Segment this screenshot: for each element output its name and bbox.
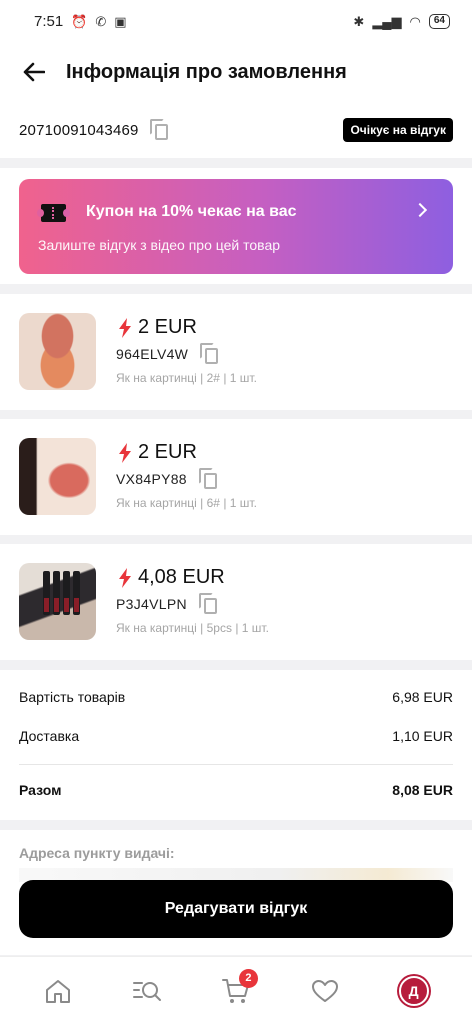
order-summary: Вартість товарів 6,98 EUR Доставка 1,10 … (0, 670, 472, 820)
sku-row: VX84PY88 (116, 468, 219, 490)
status-time: 7:51 (34, 12, 64, 30)
sku-row: 964ELV4W (116, 343, 220, 365)
items-cost-value: 6,98 EUR (392, 689, 453, 705)
copy-icon[interactable] (200, 343, 220, 365)
coupon-subtitle: Залиште відгук з відео про цей товар (38, 237, 281, 253)
lightning-icon (119, 567, 131, 588)
product-image (19, 563, 96, 640)
bluetooth-icon: ✱ (353, 13, 365, 29)
ticket-icon (37, 204, 70, 222)
wifi-icon: ◠ (409, 13, 421, 29)
shipping-row: Доставка 1,10 EUR (19, 728, 453, 744)
catalog-search-icon (133, 981, 162, 1001)
product-sku: 964ELV4W (116, 346, 189, 362)
nav-catalog[interactable] (123, 967, 171, 1015)
price-row: 2 EUR (118, 441, 197, 464)
nav-profile[interactable]: Д (390, 967, 438, 1015)
product-price: 2 EUR (138, 441, 197, 463)
nav-favorites[interactable] (301, 967, 349, 1015)
price-row: 4,08 EUR (118, 566, 225, 589)
order-number: 20710091043469 (19, 121, 139, 139)
lightning-icon (119, 317, 131, 338)
chevron-right-icon (412, 202, 428, 218)
product-item[interactable]: 2 EUR 964ELV4W Як на картинці | 2# | 1 ш… (0, 294, 472, 410)
header: Інформація про замовлення (0, 42, 472, 102)
coupon-title: Купон на 10% чекає на вас (86, 203, 297, 220)
shipping-value: 1,10 EUR (392, 728, 453, 744)
status-bar: 7:51 ⏰ ✆ ▣ ✱ ▂▄▆ ◠ 64 (0, 0, 472, 42)
total-label: Разом (19, 782, 62, 798)
battery-icon: 64 (428, 13, 450, 29)
lightning-icon (119, 442, 131, 463)
product-price: 4,08 EUR (138, 566, 225, 588)
product-sku: P3J4VLPN (116, 596, 187, 612)
phone-icon: ✆ (95, 13, 107, 29)
alarm-icon: ⏰ (71, 13, 88, 29)
order-row: 20710091043469 Очікує на відгук (0, 102, 472, 158)
items-cost-row: Вартість товарів 6,98 EUR (19, 689, 453, 705)
bottom-nav: 2 Д (0, 956, 472, 1024)
divider (19, 764, 453, 765)
avatar: Д (398, 975, 429, 1006)
shipping-label: Доставка (19, 728, 80, 744)
total-value: 8,08 EUR (392, 782, 453, 798)
edit-review-button[interactable]: Редагувати відгук (19, 880, 453, 938)
coupon-banner[interactable]: Купон на 10% чекає на вас Залиште відгук… (19, 179, 453, 274)
items-cost-label: Вартість товарів (19, 689, 126, 705)
product-image (19, 313, 96, 390)
nav-cart[interactable]: 2 (212, 967, 260, 1015)
cart-count-badge: 2 (238, 968, 258, 988)
product-item[interactable]: 4,08 EUR P3J4VLPN Як на картинці | 5pcs … (0, 544, 472, 660)
price-row: 2 EUR (118, 316, 197, 339)
copy-icon[interactable] (198, 468, 219, 490)
status-badge: Очікує на відгук (343, 118, 453, 142)
copy-icon[interactable] (198, 593, 219, 615)
page-title: Інформація про замовлення (66, 60, 347, 83)
product-price: 2 EUR (138, 316, 197, 338)
mi-icon: ▣ (114, 13, 127, 29)
home-icon (46, 979, 71, 1003)
copy-icon[interactable] (149, 119, 170, 141)
status-right: ✱ ▂▄▆ ◠ 64 (353, 13, 450, 29)
product-sku: VX84PY88 (116, 471, 187, 487)
heart-icon (311, 979, 338, 1002)
product-image (19, 438, 96, 515)
pickup-label: Адреса пункту видачі: (19, 845, 175, 861)
product-variant: Як на картинці | 5pcs | 1 шт. (116, 621, 269, 635)
signal-icon: ▂▄▆ (372, 13, 402, 29)
sku-row: P3J4VLPN (116, 593, 219, 615)
coupon-section: Купон на 10% чекає на вас Залиште відгук… (0, 168, 472, 284)
status-left: 7:51 ⏰ ✆ ▣ (34, 13, 127, 30)
back-button[interactable] (18, 56, 50, 88)
arrow-left-icon (23, 62, 45, 82)
nav-home[interactable] (34, 967, 82, 1015)
product-variant: Як на картинці | 6# | 1 шт. (116, 496, 257, 510)
product-item[interactable]: 2 EUR VX84PY88 Як на картинці | 6# | 1 ш… (0, 419, 472, 535)
product-variant: Як на картинці | 2# | 1 шт. (116, 371, 257, 385)
total-row: Разом 8,08 EUR (19, 782, 453, 798)
